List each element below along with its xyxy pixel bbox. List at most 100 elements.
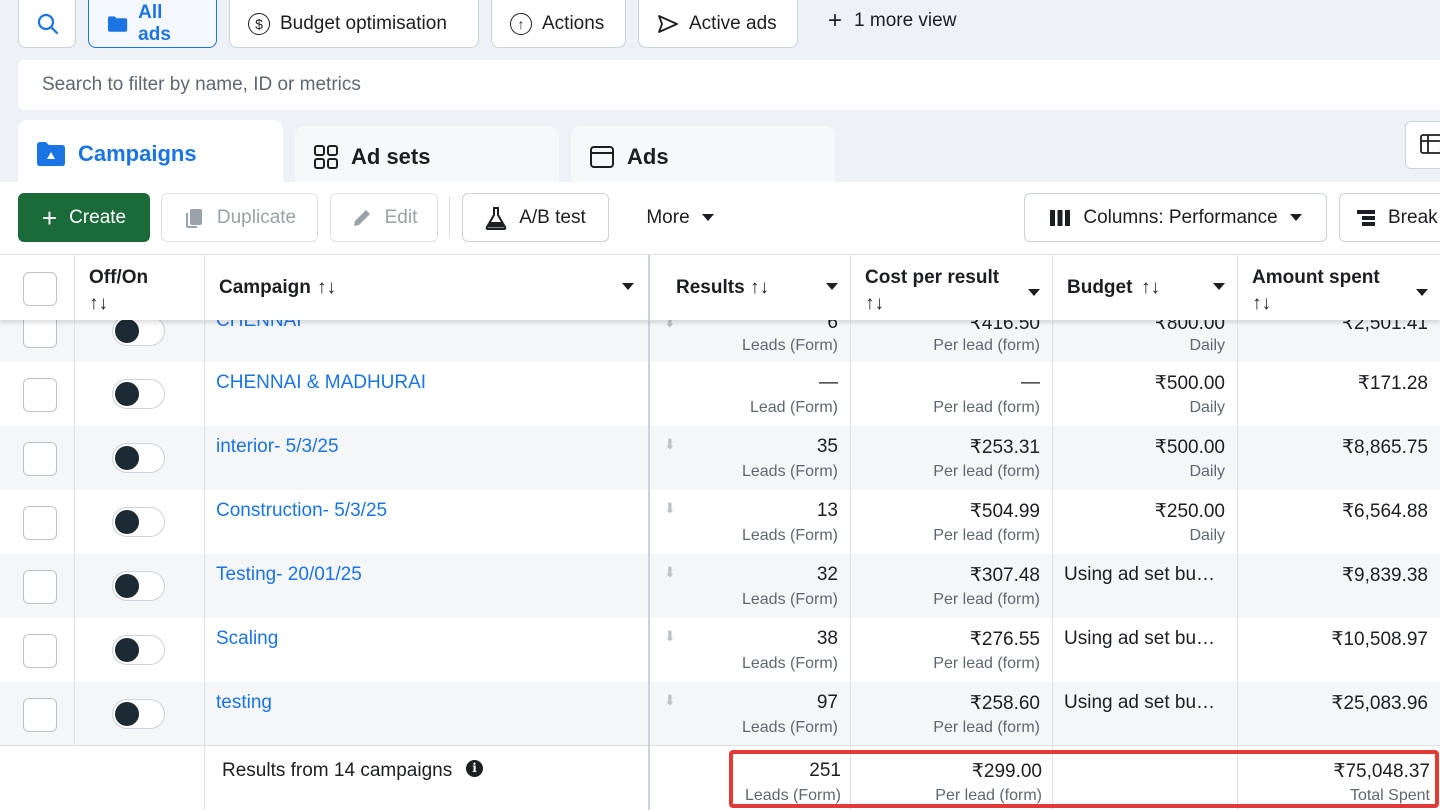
- create-button[interactable]: + Create: [18, 193, 150, 242]
- result-value: —: [819, 372, 838, 393]
- result-type: Leads (Form): [741, 655, 838, 672]
- ab-test-label: A/B test: [519, 206, 586, 228]
- total-cost-value: ₹299.00: [971, 761, 1042, 782]
- download-icon[interactable]: ⬇: [664, 436, 676, 453]
- amount-spent-value: ₹8,865.75: [1341, 437, 1428, 458]
- search-placeholder: Search to filter by name, ID or metrics: [42, 74, 361, 95]
- dollar-icon: $: [248, 13, 270, 35]
- result-value: 13: [816, 500, 838, 521]
- sort-icon: ↑↓: [750, 277, 769, 298]
- view-budget-optimisation[interactable]: $ Budget optimisation: [229, 0, 479, 48]
- campaign-name-link[interactable]: Scaling: [216, 628, 278, 650]
- campaign-name-link[interactable]: Testing- 20/01/25: [216, 564, 362, 586]
- cost-value: ₹504.99: [969, 501, 1040, 522]
- table-row: Testing- 20/01/25 ⬇ 32 Leads (Form) ₹307.48 P…: [0, 554, 1440, 618]
- column-divider: [850, 320, 851, 810]
- tab-campaigns-label: Campaigns: [78, 141, 197, 166]
- download-icon[interactable]: ⬇: [664, 628, 676, 645]
- campaign-name-link[interactable]: Construction- 5/3/25: [216, 500, 387, 522]
- row-checkbox[interactable]: [23, 442, 57, 476]
- ab-test-button[interactable]: A/B test: [462, 193, 609, 242]
- caret-down-icon: [622, 283, 634, 290]
- campaign-toggle[interactable]: [112, 635, 165, 665]
- col-cost-per-result[interactable]: Cost per result ↑↓: [850, 255, 1052, 321]
- cost-type: Per lead (form): [933, 527, 1040, 544]
- view-all-ads[interactable]: All ads: [88, 0, 217, 48]
- cost-type: Per lead (form): [933, 399, 1040, 416]
- folder-icon: [107, 16, 128, 32]
- columns-dropdown[interactable]: Columns: Performance: [1024, 193, 1327, 242]
- row-checkbox[interactable]: [23, 698, 57, 732]
- result-value: 38: [816, 628, 838, 649]
- view-budget-label: Budget optimisation: [280, 13, 447, 34]
- campaign-toggle[interactable]: [112, 699, 165, 729]
- col-off-on[interactable]: Off/On ↑↓: [74, 255, 204, 321]
- column-divider: [648, 320, 650, 810]
- campaign-name-link[interactable]: CHENNAI & MADHURAI: [216, 372, 426, 394]
- window-icon: [590, 146, 614, 168]
- caret-down-icon: [1289, 214, 1302, 221]
- result-type: Lead (Form): [749, 399, 838, 416]
- cost-type: Per lead (form): [933, 591, 1040, 608]
- budget-value: ₹250.00: [1154, 501, 1225, 522]
- result-type: Leads (Form): [741, 527, 838, 544]
- tab-campaigns[interactable]: Campaigns: [18, 120, 283, 188]
- download-icon[interactable]: ⬇: [664, 564, 676, 581]
- campaign-name-link[interactable]: interior- 5/3/25: [216, 436, 339, 458]
- result-value: 97: [816, 692, 838, 713]
- view-active-ads[interactable]: Active ads: [638, 0, 798, 48]
- more-views-label: 1 more view: [854, 10, 957, 31]
- send-icon: [658, 15, 678, 33]
- result-value: 32: [816, 564, 838, 585]
- search-view-button[interactable]: [18, 0, 76, 48]
- col-campaign[interactable]: Campaign ↑↓: [204, 255, 648, 321]
- campaign-folder-icon: [37, 142, 65, 166]
- table-row: Construction- 5/3/25 ⬇ 13 Leads (Form) ₹504.…: [0, 490, 1440, 554]
- create-label: Create: [69, 206, 127, 228]
- col-amount-spent[interactable]: Amount spent ↑↓: [1237, 255, 1440, 321]
- breakdown-dropdown[interactable]: Break: [1339, 193, 1440, 242]
- download-icon[interactable]: ⬇: [664, 500, 676, 517]
- cost-type: Per lead (form): [933, 337, 1040, 354]
- caret-down-icon: [701, 214, 714, 221]
- caret-down-icon: [1213, 283, 1225, 290]
- more-button[interactable]: More: [626, 193, 734, 242]
- table-row: CHENNAI & MADHURAI — Lead (Form) — Per lead …: [0, 362, 1440, 426]
- breakdown-label: Break: [1388, 206, 1438, 228]
- view-actions[interactable]: ↑ Actions: [491, 0, 626, 48]
- col-off-on-label: Off/On: [89, 267, 149, 288]
- campaign-name-link[interactable]: testing: [216, 692, 272, 714]
- row-checkbox[interactable]: [23, 634, 57, 668]
- edit-button[interactable]: Edit: [330, 193, 438, 242]
- select-all-checkbox[interactable]: [23, 272, 57, 306]
- search-input[interactable]: Search to filter by name, ID or metrics: [18, 60, 1440, 110]
- row-checkbox[interactable]: [23, 570, 57, 604]
- cost-type: Per lead (form): [933, 463, 1040, 480]
- tab-ad-sets[interactable]: Ad sets: [295, 126, 559, 188]
- campaign-toggle[interactable]: [112, 571, 165, 601]
- campaign-toggle[interactable]: [112, 443, 165, 473]
- total-results-value: 251: [809, 760, 841, 781]
- result-type: Leads (Form): [741, 719, 838, 736]
- breakdown-icon: [1357, 209, 1375, 226]
- budget-value: ₹500.00: [1154, 437, 1225, 458]
- col-budget[interactable]: Budget ↑↓: [1052, 255, 1237, 321]
- table-row: interior- 5/3/25 ⬇ 35 Leads (Form) ₹253.31 Pe…: [0, 426, 1440, 490]
- col-results[interactable]: Results ↑↓: [648, 255, 850, 321]
- tab-ads[interactable]: Ads: [571, 126, 835, 188]
- row-checkbox[interactable]: [23, 506, 57, 540]
- row-checkbox[interactable]: [23, 378, 57, 412]
- info-icon[interactable]: i: [466, 760, 483, 777]
- campaign-toggle[interactable]: [112, 379, 165, 409]
- amount-spent-value: ₹25,083.96: [1331, 693, 1428, 714]
- table-view-button[interactable]: [1405, 121, 1440, 169]
- amount-spent-value: ₹9,839.38: [1341, 565, 1428, 586]
- duplicate-button[interactable]: Duplicate: [161, 193, 318, 242]
- campaign-toggle[interactable]: [112, 507, 165, 537]
- result-type: Leads (Form): [741, 591, 838, 608]
- edit-label: Edit: [384, 206, 418, 228]
- more-views-button[interactable]: + 1 more view: [828, 9, 957, 33]
- pencil-icon: [353, 209, 370, 226]
- download-icon[interactable]: ⬇: [664, 692, 676, 709]
- cost-value: —: [1021, 372, 1040, 393]
